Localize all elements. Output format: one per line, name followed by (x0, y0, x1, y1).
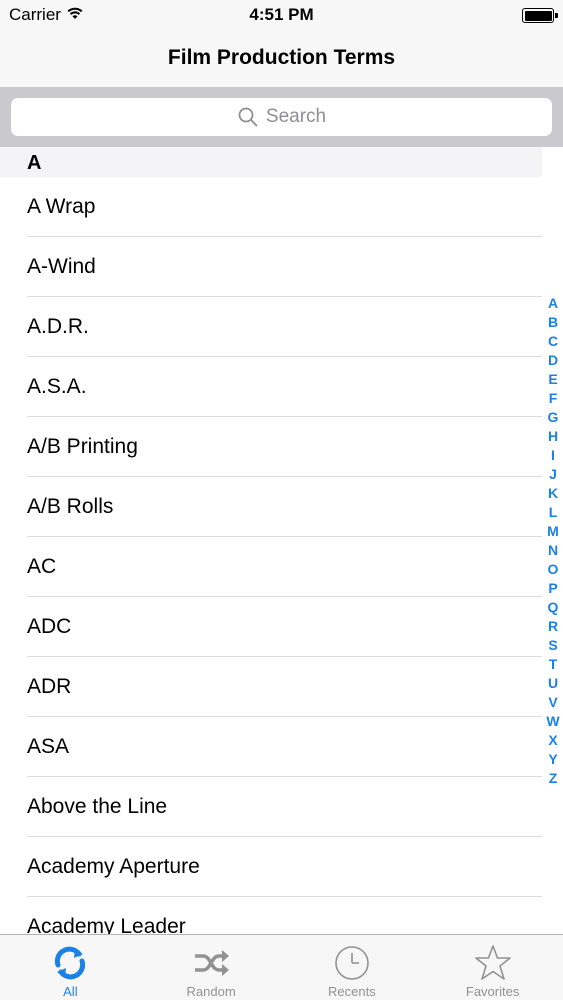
index-letter-n[interactable]: N (543, 541, 563, 560)
index-letter-g[interactable]: G (543, 408, 563, 427)
list-item-label: A Wrap (27, 195, 96, 218)
list-item[interactable]: Above the Line (0, 777, 542, 837)
index-letter-m[interactable]: M (543, 522, 563, 541)
tab-favorites[interactable]: Favorites (422, 935, 563, 1000)
list-item-label: Above the Line (27, 795, 168, 818)
list-item[interactable]: ADR (0, 657, 542, 717)
search-icon (238, 107, 258, 127)
list-item-label: A.D.R. (27, 315, 89, 338)
status-bar: Carrier 4:51 PM (0, 0, 563, 30)
page-title: Film Production Terms (167, 46, 396, 69)
list-item-label: A-Wind (27, 255, 96, 278)
terms-list: A Wrap A-Wind A.D.R. A.S.A. A/B Printing… (0, 177, 542, 957)
index-letter-c[interactable]: C (543, 332, 563, 351)
section-header: A (0, 147, 542, 177)
tab-bar: All Random Recents Favorites (0, 934, 563, 1000)
list-item[interactable]: ASA (0, 717, 542, 777)
tab-all-label: All (63, 984, 78, 999)
list-item[interactable]: A Wrap (0, 177, 542, 237)
shuffle-icon (195, 950, 230, 976)
list-item[interactable]: Academy Aperture (0, 837, 542, 897)
clock-icon (335, 946, 369, 980)
index-letter-i[interactable]: I (543, 446, 563, 465)
index-letter-f[interactable]: F (543, 389, 563, 408)
index-letter-x[interactable]: X (543, 731, 563, 750)
list-item-label: ASA (27, 735, 70, 758)
index-letter-q[interactable]: Q (543, 598, 563, 617)
refresh-icon (55, 946, 86, 980)
index-letter-k[interactable]: K (543, 484, 563, 503)
index-letter-h[interactable]: H (543, 427, 563, 446)
tab-recents[interactable]: Recents (282, 935, 423, 1000)
list-item[interactable]: A/B Printing (0, 417, 542, 477)
list-item-label: A.S.A. (27, 375, 87, 398)
index-letter-l[interactable]: L (543, 503, 563, 522)
index-letter-t[interactable]: T (543, 655, 563, 674)
list-item[interactable]: A/B Rolls (0, 477, 542, 537)
tab-random[interactable]: Random (141, 935, 282, 1000)
list-item[interactable]: ADC (0, 597, 542, 657)
tab-all[interactable]: All (0, 935, 141, 1000)
star-icon (474, 945, 511, 980)
tab-recents-label: Recents (328, 984, 376, 999)
list-item-label: A/B Rolls (27, 495, 114, 518)
list-item[interactable]: A.D.R. (0, 297, 542, 357)
list-item-label: ADC (27, 615, 72, 638)
index-letter-p[interactable]: P (543, 579, 563, 598)
list-item[interactable]: AC (0, 537, 542, 597)
index-letter-o[interactable]: O (543, 560, 563, 579)
tab-favorites-label: Favorites (465, 984, 520, 999)
index-letter-a[interactable]: A (543, 294, 563, 313)
list-item-label: A/B Printing (27, 435, 138, 458)
index-letter-e[interactable]: E (543, 370, 563, 389)
index-letter-s[interactable]: S (543, 636, 563, 655)
list-item-label: AC (27, 555, 57, 578)
section-header-title: A (27, 152, 42, 174)
tab-random-label: Random (186, 984, 236, 999)
search-placeholder: Search (265, 106, 327, 127)
index-letter-v[interactable]: V (543, 693, 563, 712)
clock-time: 4:51 PM (249, 5, 314, 24)
navigation-bar: Film Production Terms (0, 30, 563, 87)
list-item[interactable]: A.S.A. (0, 357, 542, 417)
section-index[interactable]: A B C D E F G H I J K L M N O P Q R S T … (543, 294, 563, 788)
index-letter-b[interactable]: B (543, 313, 563, 332)
index-letter-r[interactable]: R (543, 617, 563, 636)
list-item[interactable]: A-Wind (0, 237, 542, 297)
list-item-label: ADR (27, 675, 72, 698)
battery-icon (522, 8, 558, 23)
search-bar: Search (0, 87, 563, 147)
list-item-label: Academy Aperture (27, 855, 200, 878)
index-letter-d[interactable]: D (543, 351, 563, 370)
index-letter-u[interactable]: U (543, 674, 563, 693)
index-letter-j[interactable]: J (543, 465, 563, 484)
search-input[interactable]: Search (11, 98, 552, 136)
index-letter-z[interactable]: Z (543, 769, 563, 788)
index-letter-y[interactable]: Y (543, 750, 563, 769)
index-letter-w[interactable]: W (543, 712, 563, 731)
